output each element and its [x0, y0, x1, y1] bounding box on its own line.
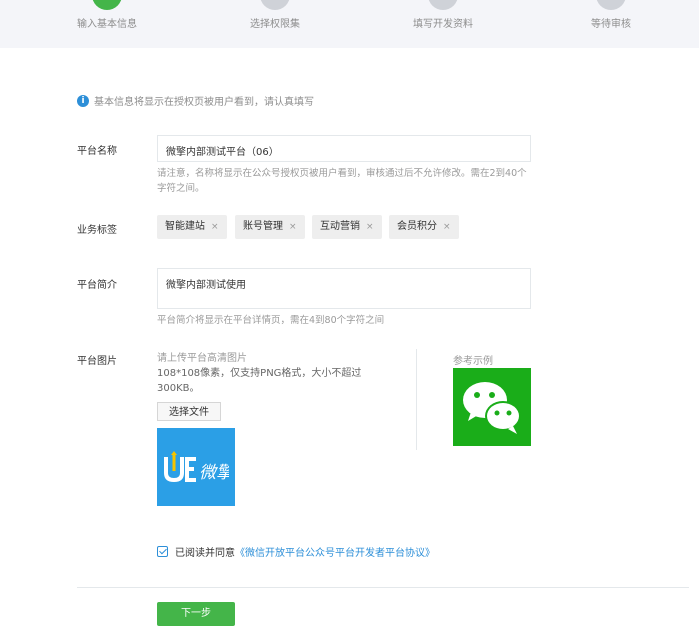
step-1-indicator [92, 0, 122, 10]
wechat-icon [463, 382, 521, 434]
step-3-label: 填写开发资料 [413, 19, 473, 30]
tag-item: 会员积分 × [389, 215, 459, 239]
tag-remove-icon[interactable]: × [211, 222, 219, 232]
tag-item: 智能建站 × [157, 215, 227, 239]
step-3-indicator [428, 0, 458, 10]
uploaded-logo-preview: 微擎 [157, 428, 235, 506]
info-icon: i [77, 94, 89, 107]
tag-remove-icon[interactable]: × [289, 222, 297, 232]
example-label: 参考示例 [453, 356, 493, 367]
vertical-divider [416, 349, 417, 450]
weiqing-logo-icon: 微擎 [164, 451, 229, 483]
platform-image-label: 平台图片 [77, 356, 117, 367]
platform-name-input[interactable]: 微擎内部测试平台（06） [157, 135, 531, 162]
tag-label: 智能建站 [165, 221, 205, 232]
step-1-label: 输入基本信息 [77, 19, 137, 30]
tag-label: 互动营销 [320, 221, 360, 232]
logo-text: 微擎 [199, 463, 229, 483]
agreement-prefix: 已阅读并同意 [175, 548, 235, 559]
agreement-link[interactable]: 《微信开放平台公众号平台开发者平台协议》 [235, 544, 435, 559]
agreement-checkbox[interactable] [157, 546, 168, 557]
step-4-label: 等待审核 [591, 19, 631, 30]
next-step-button[interactable]: 下一步 [157, 602, 235, 626]
tag-remove-icon[interactable]: × [443, 222, 451, 232]
info-notice: i 基本信息将显示在授权页被用户看到，请认真填写 [77, 93, 314, 108]
agreement-row: 已阅读并同意 《微信开放平台公众号平台开发者平台协议》 [157, 544, 435, 559]
upload-spec: 108*108像素，仅支持PNG格式，大小不超过300KB。 [157, 368, 362, 394]
step-2-label: 选择权限集 [250, 19, 300, 30]
wechat-example-logo [453, 368, 531, 446]
choose-file-button[interactable]: 选择文件 [157, 402, 221, 421]
tag-label: 账号管理 [243, 221, 283, 232]
tag-item: 互动营销 × [312, 215, 382, 239]
upload-hint: 请上传平台高清图片 [157, 353, 247, 364]
business-tags-label: 业务标签 [77, 225, 117, 236]
step-progress-bar: 输入基本信息 选择权限集 填写开发资料 等待审核 [0, 0, 699, 48]
platform-intro-hint: 平台简介将显示在平台详情页，需在4到80个字符之间 [157, 315, 385, 326]
notice-text: 基本信息将显示在授权页被用户看到，请认真填写 [94, 97, 314, 108]
tag-label: 会员积分 [397, 221, 437, 232]
step-2-indicator [260, 0, 290, 10]
step-4-indicator [596, 0, 626, 10]
platform-intro-label: 平台简介 [77, 280, 117, 291]
platform-name-label: 平台名称 [77, 146, 117, 157]
tag-item: 账号管理 × [235, 215, 305, 239]
platform-intro-textarea[interactable]: 微擎内部测试使用 [157, 268, 531, 309]
platform-name-hint: 请注意，名称将显示在公众号授权页被用户看到，审核通过后不允许修改。需在2到40个… [157, 168, 527, 194]
tag-remove-icon[interactable]: × [366, 222, 374, 232]
upload-instructions: 请上传平台高清图片 108*108像素，仅支持PNG格式，大小不超过300KB。 [157, 351, 387, 396]
footer-divider [77, 587, 689, 588]
